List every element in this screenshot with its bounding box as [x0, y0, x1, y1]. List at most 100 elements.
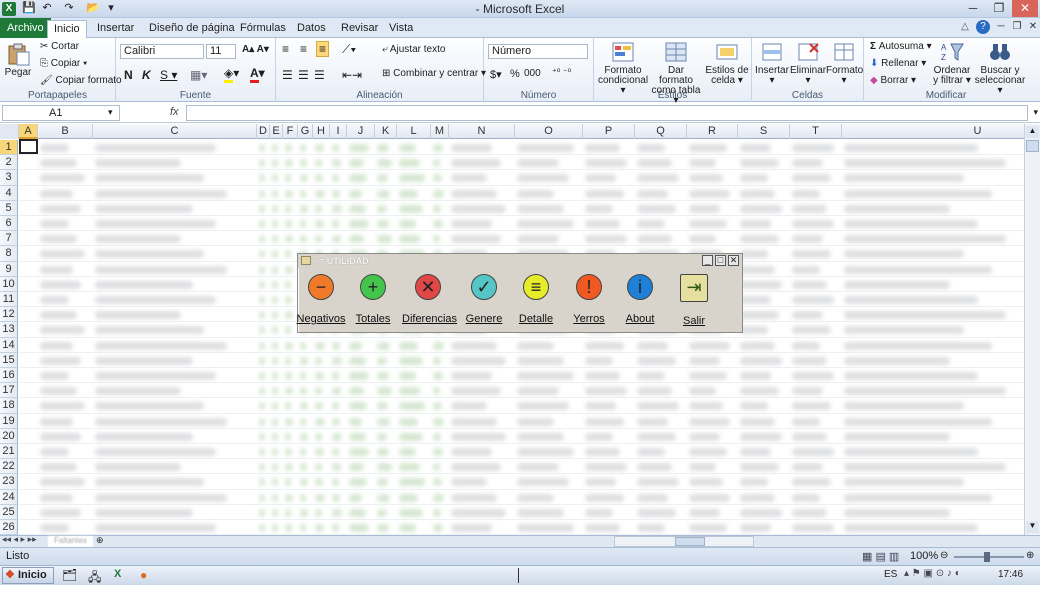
row-header[interactable]: 12 — [0, 307, 18, 323]
insert-cells-button[interactable]: Insertar ▾ — [754, 40, 790, 86]
scroll-down-icon[interactable]: ▼ — [1026, 521, 1039, 533]
dialog-button-diferencias[interactable]: ✕ Diferencias — [402, 270, 457, 325]
vertical-scrollbar[interactable]: ▲ ▼ — [1024, 124, 1040, 535]
row-header[interactable]: 7 — [0, 231, 18, 247]
tab-diseno[interactable]: Diseño de página — [143, 20, 241, 38]
row-header[interactable]: 13 — [0, 322, 18, 338]
view-icons[interactable]: ▦ ▤ ▥ — [862, 550, 899, 563]
row-header[interactable]: 4 — [0, 185, 18, 201]
col-header-s[interactable]: S — [738, 124, 790, 139]
table-row[interactable] — [19, 444, 1024, 460]
sort-filter-button[interactable]: AZ Ordenar y filtrar ▾ — [930, 40, 974, 86]
sheet-nav-icons[interactable]: ◂◂ ◂ ▸ ▸▸ — [2, 534, 37, 545]
tab-datos[interactable]: Datos — [291, 20, 332, 38]
row-header[interactable]: 5 — [0, 200, 18, 216]
align-top-icon[interactable]: ≡ — [282, 42, 289, 56]
active-cell[interactable] — [19, 139, 38, 154]
minimize-ribbon-icon[interactable]: △ — [958, 20, 972, 34]
table-row[interactable] — [19, 505, 1024, 520]
row-header[interactable]: 3 — [0, 170, 18, 186]
borders-icon[interactable]: ▦▾ — [190, 68, 207, 82]
dialog-button-genere[interactable]: ✓ Genere — [458, 270, 510, 325]
fx-icon[interactable]: fx — [170, 106, 179, 118]
align-bottom-icon[interactable]: ≡ — [316, 41, 330, 57]
align-left-icon[interactable]: ☰ — [282, 68, 293, 82]
format-cells-button[interactable]: Formato ▾ — [826, 40, 863, 86]
table-row[interactable] — [19, 216, 1024, 232]
network-icon[interactable]: 🖧 — [88, 568, 101, 589]
row-header[interactable]: 20 — [0, 428, 18, 444]
copy-button[interactable]: ⎘ Copiar ▾ — [40, 58, 87, 69]
table-row[interactable] — [19, 490, 1024, 505]
paste-button[interactable]: Pegar — [4, 42, 32, 78]
row-header[interactable]: 2 — [0, 155, 18, 171]
row-header[interactable]: 18 — [0, 398, 18, 414]
col-header-n[interactable]: N — [449, 124, 515, 139]
align-middle-icon[interactable]: ≡ — [300, 42, 307, 56]
table-row[interactable] — [19, 231, 1024, 247]
dialog-button-yerros[interactable]: ! Yerros — [563, 270, 615, 325]
tab-revisar[interactable]: Revisar — [335, 20, 384, 38]
table-row[interactable] — [19, 429, 1024, 444]
table-row[interactable] — [19, 368, 1024, 384]
row-header[interactable]: 9 — [0, 261, 18, 277]
percent-button[interactable]: % — [510, 68, 520, 80]
table-row[interactable] — [19, 139, 1024, 156]
zoom-out-icon[interactable]: ⊖ — [940, 550, 948, 561]
fill-button[interactable]: ⬇ Rellenar ▾ — [870, 58, 926, 69]
italic-button[interactable]: K — [142, 68, 151, 82]
cell-styles-button[interactable]: Estilos de celda ▾ — [704, 40, 750, 86]
bold-button[interactable]: N — [124, 68, 133, 82]
table-row[interactable] — [19, 155, 1024, 171]
table-row[interactable] — [19, 201, 1024, 216]
name-box[interactable]: A1 — [2, 105, 120, 121]
col-header-m[interactable]: M — [431, 124, 449, 139]
explorer-icon[interactable]: 🗂 — [62, 568, 77, 582]
tab-formulas[interactable]: Fórmulas — [234, 20, 292, 38]
language-indicator[interactable]: ES — [884, 569, 897, 580]
col-header-d[interactable]: D — [257, 124, 270, 139]
merge-center-button[interactable]: ⊞ Combinar y centrar ▾ — [382, 68, 486, 79]
row-header[interactable]: 24 — [0, 489, 18, 505]
col-header-f[interactable]: F — [283, 124, 298, 139]
underline-button[interactable]: S ▾ — [160, 68, 177, 82]
thousands-button[interactable]: 000 — [524, 68, 541, 79]
dialog-minimize-button[interactable]: _ — [702, 255, 713, 266]
font-size-select[interactable]: 11 — [206, 44, 236, 59]
select-all-corner[interactable] — [0, 124, 19, 139]
dialog-button-salir[interactable]: ⇥ Salir — [668, 270, 720, 327]
dialog-button-detalle[interactable]: ≡ Detalle — [510, 270, 562, 325]
row-header[interactable]: 8 — [0, 246, 18, 262]
scroll-up-icon[interactable]: ▲ — [1026, 126, 1039, 138]
fill-color-icon[interactable]: ◈▾ — [224, 66, 239, 83]
row-header[interactable]: 10 — [0, 276, 18, 292]
scroll-thumb[interactable] — [1026, 140, 1039, 152]
col-header-r[interactable]: R — [687, 124, 738, 139]
col-header-e[interactable]: E — [270, 124, 283, 139]
cut-button[interactable]: ✂ Cortar — [40, 41, 79, 52]
col-header-l[interactable]: L — [397, 124, 431, 139]
tab-archivo[interactable]: Archivo — [0, 18, 51, 38]
minimize-button[interactable]: ─ — [960, 0, 986, 17]
zoom-level[interactable]: 100% — [910, 550, 938, 562]
col-header-a[interactable]: A — [19, 124, 38, 139]
orientation-icon[interactable]: ⟋▾ — [342, 42, 356, 57]
table-row[interactable] — [19, 170, 1024, 186]
dialog-button-negativos[interactable]: − Negativos — [295, 270, 347, 325]
new-sheet-icon[interactable]: ⊕ — [96, 535, 104, 546]
align-center-icon[interactable]: ☰ — [298, 68, 309, 82]
row-header[interactable]: 15 — [0, 352, 18, 368]
format-painter-button[interactable]: 🖌 Copiar formato — [40, 75, 122, 86]
tab-vista[interactable]: Vista — [383, 20, 419, 38]
row-header[interactable]: 6 — [0, 216, 18, 232]
doc-close-icon[interactable]: ✕ — [1026, 20, 1040, 34]
doc-minimize-icon[interactable]: ─ — [994, 20, 1008, 34]
chevron-down-icon[interactable]: ▾ — [108, 107, 113, 118]
table-row[interactable] — [19, 353, 1024, 368]
zoom-thumb[interactable] — [984, 552, 990, 562]
doc-restore-icon[interactable]: ❐ — [1010, 20, 1024, 34]
start-button[interactable]: ❖ Inicio — [2, 567, 54, 584]
table-row[interactable] — [19, 459, 1024, 475]
horizontal-scrollbar[interactable] — [614, 536, 754, 547]
col-header-k[interactable]: K — [375, 124, 397, 139]
